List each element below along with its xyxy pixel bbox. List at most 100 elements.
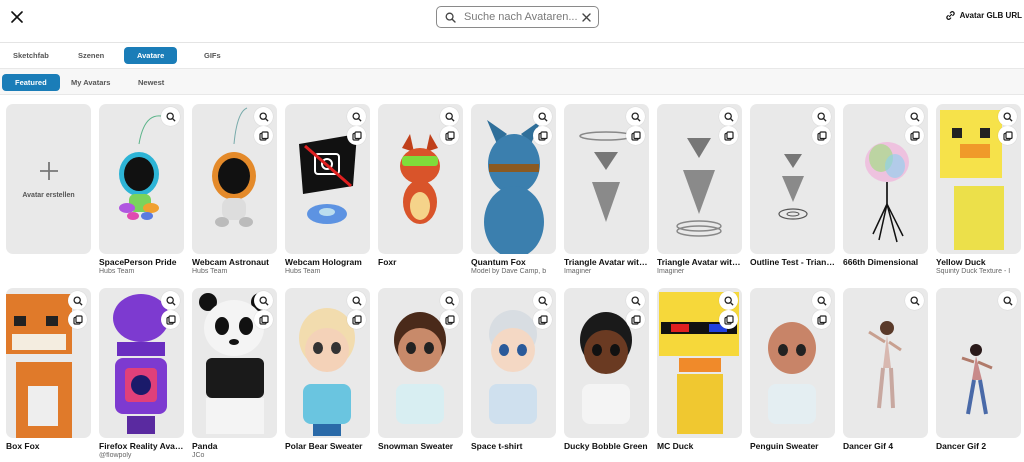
search-icon <box>351 111 362 122</box>
avatar-title: MC Duck <box>657 441 694 451</box>
search-icon <box>440 12 460 23</box>
avatar-title: Webcam Hologram <box>285 257 362 267</box>
avatar-title: Space t-shirt <box>471 441 523 451</box>
avatar-title: Dancer Gif 4 <box>843 441 894 451</box>
avatar-title: Triangle Avatar with Base <box>657 257 742 267</box>
copy-button[interactable] <box>905 126 924 145</box>
preview-button[interactable] <box>254 107 273 126</box>
copy-icon <box>165 314 176 325</box>
copy-button[interactable] <box>626 310 645 329</box>
search-icon <box>723 111 734 122</box>
create-avatar-label: Avatar erstellen <box>22 191 75 199</box>
copy-button[interactable] <box>812 310 831 329</box>
preview-button[interactable] <box>533 107 552 126</box>
copy-button[interactable] <box>998 126 1017 145</box>
copy-button[interactable] <box>719 126 738 145</box>
avatar-url-button[interactable]: Avatar GLB URL <box>945 10 1022 21</box>
copy-button[interactable] <box>161 310 180 329</box>
copy-button[interactable] <box>68 310 87 329</box>
copy-button[interactable] <box>440 126 459 145</box>
search-input[interactable] <box>460 11 577 23</box>
avatar-author: Model by Dave Camp, b <box>471 268 547 275</box>
preview-button[interactable] <box>905 291 924 310</box>
dancer-icon <box>961 344 993 415</box>
search-icon <box>444 295 455 306</box>
tab-my-avatars[interactable]: My Avatars <box>58 74 123 91</box>
avatar-title: Penguin Sweater <box>750 441 819 451</box>
avatar-author: JCo <box>192 452 205 459</box>
preview-button[interactable] <box>812 291 831 310</box>
preview-button[interactable] <box>347 291 366 310</box>
avatar-author: Squinty Duck Texture - I <box>936 268 1011 275</box>
copy-icon <box>723 314 734 325</box>
avatar-title: Outline Test - Triangle <box>750 257 835 267</box>
search-icon <box>258 295 269 306</box>
search-icon <box>816 111 827 122</box>
avatar-author: Hubs Team <box>99 268 135 275</box>
search-icon <box>1002 295 1013 306</box>
copy-button[interactable] <box>347 310 366 329</box>
search-icon <box>1002 111 1013 122</box>
avatar-title: Ducky Bobble Green <box>564 441 648 451</box>
preview-button[interactable] <box>719 291 738 310</box>
copy-button[interactable] <box>626 126 645 145</box>
copy-button[interactable] <box>347 126 366 145</box>
tab-gifs[interactable]: GIFs <box>191 47 234 64</box>
avatar-title: Box Fox <box>6 441 40 451</box>
preview-button[interactable] <box>998 107 1017 126</box>
search-icon <box>351 295 362 306</box>
tab-newest[interactable]: Newest <box>125 74 177 91</box>
copy-icon <box>258 130 269 141</box>
copy-button[interactable] <box>719 310 738 329</box>
preview-button[interactable] <box>254 291 273 310</box>
tab-featured[interactable]: Featured <box>2 74 60 91</box>
search-icon <box>165 111 176 122</box>
search-icon <box>630 111 641 122</box>
avatar-url-label: Avatar GLB URL <box>959 11 1022 20</box>
copy-icon <box>351 130 362 141</box>
preview-button[interactable] <box>812 107 831 126</box>
copy-button[interactable] <box>533 310 552 329</box>
tab-scenes[interactable]: Szenen <box>65 47 117 64</box>
avatar-title: SpacePerson Pride <box>99 257 177 267</box>
avatar-title: Webcam Astronaut <box>192 257 269 267</box>
tab-avatars[interactable]: Avatare <box>124 47 178 64</box>
preview-button[interactable] <box>161 291 180 310</box>
avatar-title: Panda <box>192 441 218 451</box>
copy-button[interactable] <box>533 126 552 145</box>
avatar-title: Firefox Reality Avatar <box>99 441 184 451</box>
copy-button[interactable] <box>254 310 273 329</box>
preview-button[interactable] <box>347 107 366 126</box>
search-icon <box>537 111 548 122</box>
preview-button[interactable] <box>998 291 1017 310</box>
preview-button[interactable] <box>626 291 645 310</box>
search-icon <box>537 295 548 306</box>
dancer-icon <box>868 321 902 409</box>
filter-tabs: Featured My Avatars Newest <box>0 69 1024 95</box>
avatar-title: Yellow Duck <box>936 257 986 267</box>
tab-sketchfab[interactable]: Sketchfab <box>0 47 62 64</box>
preview-button[interactable] <box>905 107 924 126</box>
preview-button[interactable] <box>440 107 459 126</box>
copy-icon <box>351 314 362 325</box>
copy-button[interactable] <box>254 126 273 145</box>
close-button[interactable] <box>6 6 28 28</box>
preview-button[interactable] <box>719 107 738 126</box>
search-icon <box>630 295 641 306</box>
preview-button[interactable] <box>440 291 459 310</box>
copy-icon <box>537 314 548 325</box>
copy-icon <box>630 314 641 325</box>
plus-icon <box>39 161 58 180</box>
copy-icon <box>537 130 548 141</box>
preview-button[interactable] <box>626 107 645 126</box>
search-icon <box>165 295 176 306</box>
preview-button[interactable] <box>68 291 87 310</box>
copy-button[interactable] <box>440 310 459 329</box>
clear-search-button[interactable] <box>577 12 595 22</box>
copy-icon <box>258 314 269 325</box>
preview-button[interactable] <box>533 291 552 310</box>
copy-button[interactable] <box>812 126 831 145</box>
preview-button[interactable] <box>161 107 180 126</box>
search-icon <box>258 111 269 122</box>
avatar-title: Foxr <box>378 257 397 267</box>
